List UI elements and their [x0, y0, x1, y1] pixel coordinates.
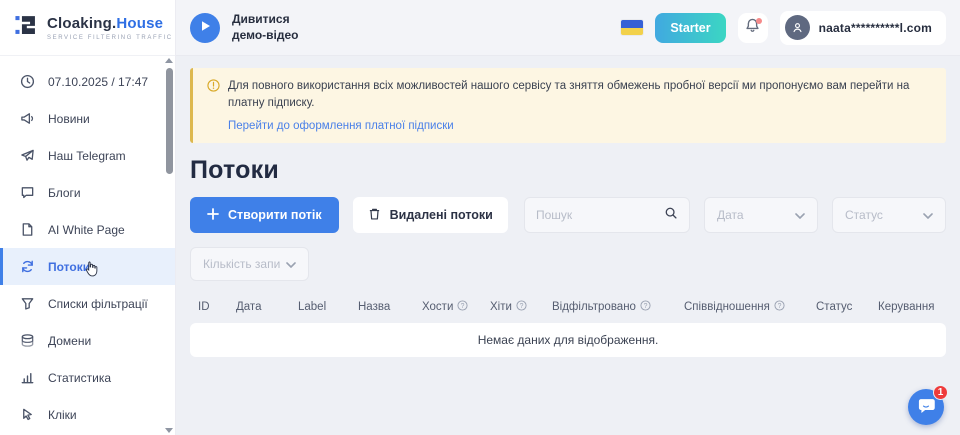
sidebar-item-label: Статистика — [48, 371, 111, 385]
column-hits: Хіти ? — [490, 300, 552, 314]
column-ratio: Співвідношення ? — [684, 300, 816, 314]
column-status: Статус — [816, 301, 878, 313]
sidebar-item-clicks[interactable]: Кліки — [0, 396, 175, 433]
demo-video-label[interactable]: Дивитися демо-відео — [232, 12, 299, 43]
sidebar-item-filter-lists[interactable]: Списки фільтрації — [0, 285, 175, 322]
column-date: Дата — [236, 301, 298, 313]
logo-icon — [13, 12, 39, 43]
toolbar: Створити потік Видалені потоки Дата Стат… — [190, 197, 946, 233]
search-icon[interactable] — [664, 206, 678, 225]
help-icon[interactable]: ? — [774, 300, 785, 314]
sidebar: Cloaking.House SERVICE FILTERING TRAFFIC… — [0, 0, 176, 435]
svg-text:?: ? — [520, 303, 524, 310]
sidebar-item-statistics[interactable]: Статистика — [0, 359, 175, 396]
sidebar-nav: 07.10.2025 / 17:47 Новини Наш Telegram Б… — [0, 56, 175, 433]
sidebar-item-domains[interactable]: Домени — [0, 322, 175, 359]
status-filter-dropdown[interactable]: Статус — [832, 197, 946, 233]
trial-notice-banner: Для повного використання всіх можливосте… — [190, 68, 946, 143]
date-filter-dropdown[interactable]: Дата — [704, 197, 818, 233]
plan-starter-button[interactable]: Starter — [655, 13, 725, 43]
column-name: Назва — [358, 301, 422, 313]
svg-text:?: ? — [461, 303, 465, 310]
per-page-dropdown[interactable]: Кількість запи — [190, 247, 309, 281]
chat-unread-badge: 1 — [933, 385, 948, 400]
blog-chat-icon — [19, 185, 35, 201]
sidebar-item-blogs[interactable]: Блоги — [0, 174, 175, 211]
demo-video-play-button[interactable] — [190, 13, 220, 43]
plus-icon — [207, 208, 219, 223]
chat-icon — [916, 395, 936, 420]
sidebar-item-flows[interactable]: Потоки — [0, 248, 175, 285]
user-email: naata**********l.com — [819, 21, 932, 35]
sidebar-item-datetime: 07.10.2025 / 17:47 — [0, 63, 175, 100]
deleted-flows-button[interactable]: Видалені потоки — [353, 197, 508, 233]
play-icon — [200, 19, 211, 37]
sidebar-scrollbar[interactable] — [164, 58, 174, 433]
language-flag-ua-icon[interactable] — [621, 20, 643, 35]
logo[interactable]: Cloaking.House SERVICE FILTERING TRAFFIC — [0, 0, 175, 56]
help-icon[interactable]: ? — [457, 300, 468, 314]
scrollbar-thumb[interactable] — [166, 68, 173, 174]
notifications-button[interactable] — [738, 13, 768, 43]
sidebar-item-news[interactable]: Новини — [0, 100, 175, 137]
table-header: ID Дата Label Назва Хости ? Хіти ? Відфі… — [190, 300, 946, 314]
column-hosts: Хости ? — [422, 300, 490, 314]
help-icon[interactable]: ? — [640, 300, 651, 314]
column-manage: Керування — [878, 301, 946, 313]
top-header: Дивитися демо-відео Starter naata*******… — [176, 0, 960, 56]
brand-tagline: SERVICE FILTERING TRAFFIC — [47, 35, 173, 41]
warning-icon — [207, 79, 220, 111]
trash-icon — [368, 207, 381, 224]
sidebar-item-ai-white-page[interactable]: AI White Page — [0, 211, 175, 248]
stats-chart-icon — [19, 370, 35, 386]
scrollbar-up-arrow-icon[interactable] — [165, 58, 173, 63]
column-id: ID — [198, 301, 236, 313]
page-title: Потоки — [190, 156, 946, 185]
sidebar-item-telegram[interactable]: Наш Telegram — [0, 137, 175, 174]
scrollbar-down-arrow-icon[interactable] — [165, 428, 173, 433]
domains-stack-icon — [19, 333, 35, 349]
filter-funnel-icon — [19, 296, 35, 312]
clock-icon — [19, 74, 35, 90]
avatar — [785, 15, 810, 40]
page-icon — [19, 222, 35, 238]
user-account-button[interactable]: naata**********l.com — [780, 11, 946, 45]
sidebar-item-label: AI White Page — [48, 223, 125, 237]
svg-text:?: ? — [644, 303, 648, 310]
brand-name: Cloaking.House — [47, 15, 163, 32]
help-icon[interactable]: ? — [516, 300, 527, 314]
sidebar-item-label: Списки фільтрації — [48, 297, 148, 311]
create-flow-button[interactable]: Створити потік — [190, 197, 339, 233]
svg-text:?: ? — [777, 303, 781, 310]
telegram-plane-icon — [19, 148, 35, 164]
chevron-down-icon — [923, 208, 933, 222]
clicks-cursor-icon — [19, 407, 35, 423]
news-megaphone-icon — [19, 111, 35, 127]
sidebar-item-label: Кліки — [48, 408, 77, 422]
main-content: Для повного використання всіх можливосте… — [176, 56, 960, 435]
chevron-down-icon — [286, 257, 296, 271]
trial-notice-text: Для повного використання всіх можливосте… — [228, 78, 928, 111]
sidebar-item-label: Новини — [48, 112, 90, 126]
flows-sync-icon — [19, 259, 35, 275]
sidebar-item-label: Потоки — [48, 260, 90, 274]
notification-dot — [756, 18, 762, 24]
column-filtered: Відфільтровано ? — [552, 300, 684, 314]
search-field — [524, 197, 690, 233]
sidebar-item-label: Блоги — [48, 186, 81, 200]
search-input[interactable] — [536, 208, 656, 222]
subscribe-link[interactable]: Перейти до оформлення платної підписки — [228, 120, 932, 132]
sidebar-item-label: Домени — [48, 334, 91, 348]
table-empty-state: Немає даних для відображення. — [190, 323, 946, 357]
chevron-down-icon — [795, 208, 805, 222]
sidebar-item-label: Наш Telegram — [48, 149, 126, 163]
sidebar-item-label: 07.10.2025 / 17:47 — [48, 75, 148, 89]
column-label: Label — [298, 301, 358, 313]
support-chat-button[interactable]: 1 — [908, 389, 944, 425]
